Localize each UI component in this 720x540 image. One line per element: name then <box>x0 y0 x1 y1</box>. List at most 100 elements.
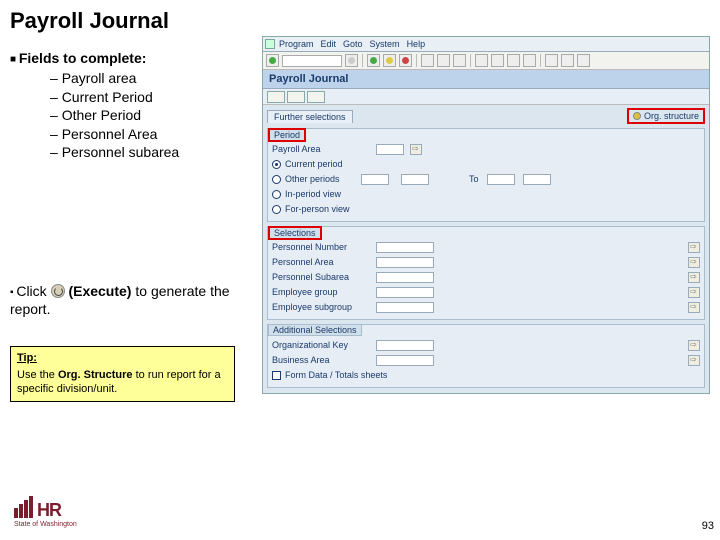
menu-item[interactable]: System <box>370 39 400 49</box>
menu-item[interactable]: Program <box>279 39 314 49</box>
payroll-area-label: Payroll Area <box>272 144 372 154</box>
find-next-icon[interactable] <box>453 54 466 67</box>
fields-header: Fields to complete: <box>10 50 250 66</box>
persk-label: Employee subgroup <box>272 302 372 312</box>
other-period-radio[interactable] <box>272 175 281 184</box>
next-page-icon[interactable] <box>507 54 520 67</box>
forperson-radio[interactable] <box>272 205 281 214</box>
inperson-label: In-period view <box>285 189 385 199</box>
help-icon[interactable] <box>577 54 590 67</box>
menu-item[interactable]: Goto <box>343 39 363 49</box>
tip-bold: Org. Structure <box>58 369 133 381</box>
org-structure-button[interactable]: Org. structure <box>627 108 705 124</box>
busarea-label: Business Area <box>272 355 372 365</box>
to-period-input[interactable] <box>487 174 515 185</box>
command-field[interactable] <box>282 55 342 67</box>
enter-icon[interactable] <box>266 54 279 67</box>
to-year-input[interactable] <box>523 174 551 185</box>
selections-legend: Selections <box>268 226 322 240</box>
back-icon[interactable] <box>367 54 380 67</box>
current-period-label: Current period <box>285 159 385 169</box>
tip-label: Tip: <box>17 352 37 364</box>
matchcode-icon[interactable] <box>688 355 700 366</box>
menu-item[interactable]: Edit <box>321 39 337 49</box>
execute-icon <box>51 284 65 298</box>
selections-group: Selections Personnel Number Personnel Ar… <box>267 226 705 320</box>
other-year-input[interactable] <box>401 174 429 185</box>
selection-options-button[interactable] <box>307 91 325 103</box>
sap-window: Program Edit Goto System Help Payroll Jo… <box>262 36 710 394</box>
menu-bar: Program Edit Goto System Help <box>263 37 709 52</box>
pernr-label: Personnel Number <box>272 242 372 252</box>
tab-strip: Further selections Org. structure <box>267 108 705 124</box>
fields-list: Payroll area Current Period Other Period… <box>10 70 250 162</box>
left-column: Fields to complete: Payroll area Current… <box>10 50 250 402</box>
layout-icon[interactable] <box>561 54 574 67</box>
persa-input[interactable] <box>376 257 434 268</box>
logo-text: HR <box>37 502 61 518</box>
logo-subtitle: State of Washington <box>14 521 77 528</box>
matchcode-icon[interactable] <box>688 242 700 253</box>
persg-label: Employee group <box>272 287 372 297</box>
click-instruction: Click (Execute) to generate the report. <box>10 282 250 318</box>
save-icon[interactable] <box>345 54 358 67</box>
field-item: Payroll area <box>50 70 250 88</box>
org-structure-label: Org. structure <box>644 111 699 121</box>
execute-label: (Execute) <box>68 283 131 299</box>
get-variant-button[interactable] <box>287 91 305 103</box>
other-period-input[interactable] <box>361 174 389 185</box>
new-session-icon[interactable] <box>545 54 558 67</box>
additional-group: Additional Selections Organizational Key… <box>267 324 705 388</box>
app-toolbar <box>263 89 709 105</box>
period-legend: Period <box>268 128 306 142</box>
matchcode-icon[interactable] <box>688 287 700 298</box>
btrtl-label: Personnel Subarea <box>272 272 372 282</box>
btrtl-input[interactable] <box>376 272 434 283</box>
field-item: Personnel Area <box>50 126 250 144</box>
system-toolbar <box>263 52 709 70</box>
field-item: Personnel subarea <box>50 144 250 162</box>
tip-box: Tip: Use the Org. Structure to run repor… <box>10 346 235 402</box>
print-icon[interactable] <box>421 54 434 67</box>
exit-icon[interactable] <box>383 54 396 67</box>
org-structure-icon <box>633 112 641 120</box>
inperson-radio[interactable] <box>272 190 281 199</box>
formdata-checkbox[interactable] <box>272 371 281 380</box>
find-icon[interactable] <box>437 54 450 67</box>
field-item: Other Period <box>50 107 250 125</box>
matchcode-icon[interactable] <box>688 302 700 313</box>
orgkey-input[interactable] <box>376 340 434 351</box>
matchcode-icon[interactable] <box>410 144 422 155</box>
click-prefix: Click <box>16 283 50 299</box>
matchcode-icon[interactable] <box>688 272 700 283</box>
hr-logo: HR <box>14 496 61 518</box>
busarea-input[interactable] <box>376 355 434 366</box>
first-page-icon[interactable] <box>475 54 488 67</box>
payroll-area-input[interactable] <box>376 144 404 155</box>
last-page-icon[interactable] <box>523 54 536 67</box>
pernr-input[interactable] <box>376 242 434 253</box>
persg-input[interactable] <box>376 287 434 298</box>
orgkey-label: Organizational Key <box>272 340 372 350</box>
execute-button[interactable] <box>267 91 285 103</box>
persk-input[interactable] <box>376 302 434 313</box>
cancel-icon[interactable] <box>399 54 412 67</box>
other-period-label: Other periods <box>285 174 357 184</box>
matchcode-icon[interactable] <box>688 257 700 268</box>
matchcode-icon[interactable] <box>688 340 700 351</box>
page-number: 93 <box>702 520 714 532</box>
window-menu-icon[interactable] <box>265 39 275 49</box>
slide-title: Payroll Journal <box>0 0 720 38</box>
formdata-label: Form Data / Totals sheets <box>285 370 435 380</box>
screen-title: Payroll Journal <box>263 70 709 89</box>
prev-page-icon[interactable] <box>491 54 504 67</box>
persa-label: Personnel Area <box>272 257 372 267</box>
additional-legend: Additional Selections <box>268 324 362 336</box>
menu-item[interactable]: Help <box>407 39 426 49</box>
period-group: Period Payroll Area Current period Other… <box>267 128 705 222</box>
current-period-radio[interactable] <box>272 160 281 169</box>
tab-further-selections[interactable]: Further selections <box>267 110 353 123</box>
forperson-label: For-person view <box>285 204 385 214</box>
to-label: To <box>469 174 479 184</box>
field-item: Current Period <box>50 89 250 107</box>
